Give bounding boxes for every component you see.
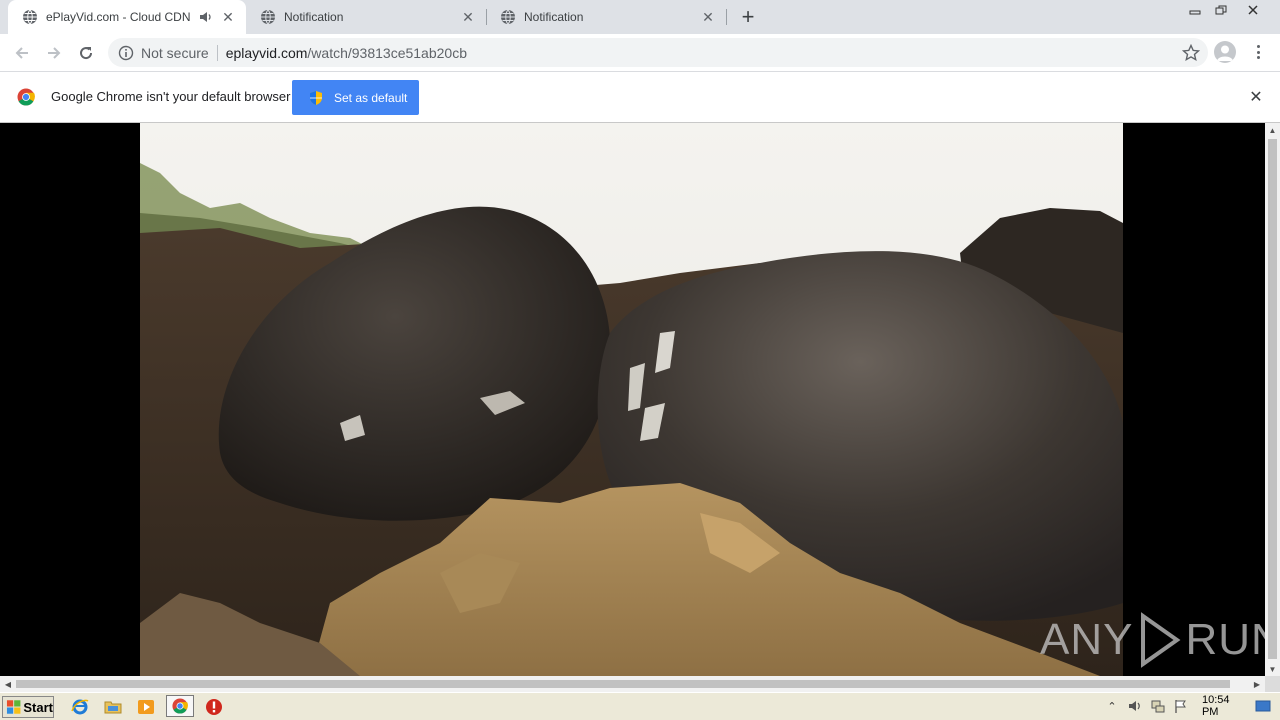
volume-icon[interactable] [1127, 698, 1143, 714]
play-triangle-icon [1141, 612, 1181, 668]
profile-avatar[interactable] [1214, 41, 1236, 63]
globe-icon [501, 9, 515, 25]
start-label: Start [23, 699, 53, 715]
address-bar[interactable]: Not secure eplayvid.com/watch/93813ce51a… [108, 38, 1208, 67]
close-icon [1248, 5, 1258, 15]
vertical-scroll-thumb[interactable] [1268, 139, 1277, 659]
taskbar-clock[interactable]: 10:54 PM [1202, 694, 1249, 718]
video-frame [140, 123, 1123, 676]
tab-separator [726, 9, 727, 25]
minimize-button[interactable] [1182, 0, 1208, 20]
start-button[interactable]: Start [2, 696, 54, 718]
info-icon[interactable] [118, 45, 134, 61]
back-button[interactable] [9, 40, 35, 66]
scroll-right-arrow-icon[interactable]: ▶ [1249, 676, 1265, 692]
divider [216, 44, 218, 61]
tab-close-icon[interactable]: ✕ [460, 9, 476, 25]
horizontal-scroll-thumb[interactable] [16, 680, 1230, 688]
url-host: eplayvid.com [225, 44, 308, 61]
horizontal-scrollbar[interactable]: ◀ ▶ [0, 676, 1265, 692]
speaker-icon[interactable] [198, 9, 214, 25]
tab-title: Notification [284, 10, 344, 24]
tab-strip: ePlayVid.com - Cloud CDN ✕ Notification … [0, 0, 1280, 34]
page-content [0, 123, 1265, 676]
vertical-scrollbar[interactable]: ▲ ▼ [1265, 123, 1280, 676]
network-icon[interactable] [1150, 698, 1166, 714]
chrome-menu-button[interactable] [1250, 42, 1266, 62]
windows-logo-icon [6, 700, 21, 714]
internet-explorer-icon[interactable] [70, 697, 90, 717]
tab-title: Notification [524, 10, 584, 24]
media-player-icon[interactable] [136, 697, 156, 717]
close-window-button[interactable] [1240, 0, 1266, 20]
stop-sign-app-icon[interactable] [204, 697, 224, 717]
scroll-down-arrow-icon[interactable]: ▼ [1265, 662, 1280, 676]
shield-icon [310, 90, 322, 105]
default-browser-infobar: Google Chrome isn't your default browser… [0, 71, 1280, 123]
globe-icon [23, 9, 37, 25]
restore-button[interactable] [1208, 0, 1234, 20]
security-label: Not secure [141, 44, 209, 61]
tab-close-icon[interactable]: ✕ [700, 9, 716, 25]
reload-button[interactable] [73, 40, 99, 66]
infobar-message: Google Chrome isn't your default browser [51, 89, 291, 104]
arrow-left-icon [15, 47, 28, 59]
chrome-logo-icon [17, 88, 35, 106]
set-as-default-label: Set as default [334, 90, 408, 105]
bookmark-star-icon[interactable] [1182, 44, 1200, 62]
anyrun-watermark: ANY RUN [1040, 612, 1280, 668]
restore-icon [1215, 5, 1227, 15]
new-tab-button[interactable]: + [736, 4, 760, 29]
globe-icon [261, 9, 275, 25]
tab-title: ePlayVid.com - Cloud CDN [46, 10, 191, 24]
watermark-left-text: ANY [1040, 615, 1134, 664]
tab-close-icon[interactable]: ✕ [220, 9, 236, 25]
browser-toolbar: Not secure eplayvid.com/watch/93813ce51a… [0, 34, 1280, 71]
arrow-right-icon [48, 47, 61, 59]
windows-taskbar: Start ⌃ 10:54 PM [0, 692, 1280, 720]
file-explorer-icon[interactable] [103, 697, 123, 717]
scroll-up-arrow-icon[interactable]: ▲ [1265, 123, 1280, 137]
tab-notification-2[interactable]: Notification ✕ [486, 0, 726, 34]
set-as-default-button[interactable]: Set as default [292, 80, 419, 115]
chrome-taskbar-button[interactable] [166, 695, 194, 717]
reload-icon [80, 47, 93, 60]
scrollbar-corner [1265, 676, 1280, 692]
forward-button[interactable] [41, 40, 67, 66]
system-tray: ⌃ 10:54 PM [1104, 694, 1278, 718]
video-player[interactable] [140, 123, 1123, 676]
url-path: /watch/93813ce51ab20cb [307, 44, 467, 61]
person-icon [1217, 45, 1233, 61]
show-hidden-icons-chevron-icon[interactable]: ⌃ [1104, 698, 1120, 714]
tab-notification-1[interactable]: Notification ✕ [246, 0, 486, 34]
show-desktop-icon[interactable] [1255, 698, 1271, 714]
scroll-left-arrow-icon[interactable]: ◀ [0, 676, 16, 692]
action-center-flag-icon[interactable] [1173, 698, 1189, 714]
infobar-close-icon[interactable]: ✕ [1248, 89, 1264, 106]
chrome-icon [172, 698, 188, 714]
tab-eplayvid[interactable]: ePlayVid.com - Cloud CDN ✕ [8, 0, 246, 34]
minimize-icon [1189, 10, 1201, 15]
